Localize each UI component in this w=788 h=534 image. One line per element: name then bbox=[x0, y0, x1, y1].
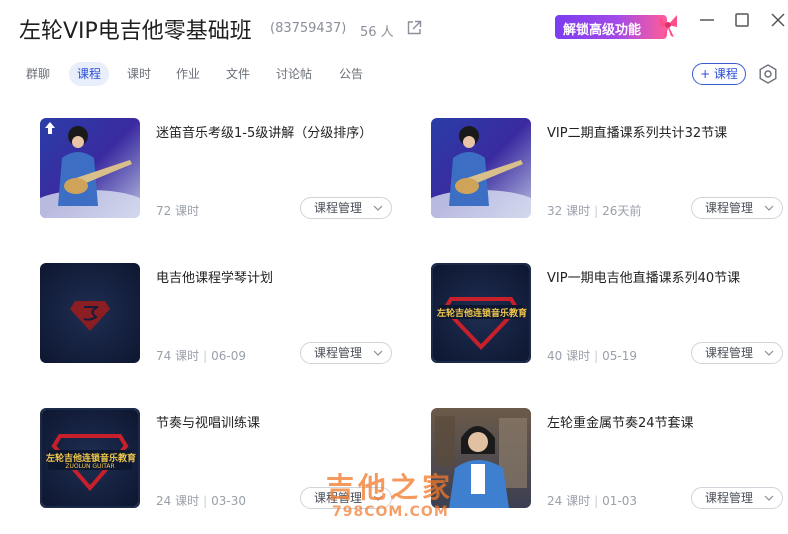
tab-discussions[interactable]: 讨论帖 bbox=[268, 62, 320, 86]
course-manage-button[interactable]: 课程管理 bbox=[300, 487, 392, 509]
course-title[interactable]: 节奏与视唱训练课 bbox=[156, 412, 260, 431]
close-icon[interactable] bbox=[766, 8, 788, 32]
chevron-down-icon bbox=[373, 350, 383, 356]
course-manage-button[interactable]: 课程管理 bbox=[300, 342, 392, 364]
unlock-label: 解锁高级功能 bbox=[563, 23, 642, 38]
meta-divider: | bbox=[594, 204, 599, 218]
member-count[interactable]: 56 人 bbox=[360, 21, 394, 40]
course-card[interactable]: 左轮吉他连锁音乐教育 ZUOLUN GUITAR 节奏与视唱训练课 24 课时 |… bbox=[40, 408, 400, 512]
unlock-premium-button[interactable]: 解锁高级功能 bbox=[555, 11, 679, 41]
course-card[interactable]: 左轮吉他连锁音乐教育 VIP一期电吉他直播课系列40节课 40 课时 | 05-19… bbox=[431, 263, 788, 367]
course-manage-button[interactable]: 课程管理 bbox=[691, 197, 783, 219]
tab-files[interactable]: 文件 bbox=[218, 62, 258, 86]
settings-icon[interactable] bbox=[757, 63, 779, 85]
course-manage-label: 课程管理 bbox=[314, 201, 363, 215]
lesson-count: 40 课时 bbox=[547, 349, 591, 363]
chevron-down-icon bbox=[764, 350, 774, 356]
minimize-icon[interactable] bbox=[695, 8, 719, 32]
pin-top-icon bbox=[45, 122, 55, 134]
course-manage-label: 课程管理 bbox=[705, 346, 754, 360]
course-card[interactable]: VIP二期直播课系列共计32节课 32 课时 | 26天前 课程管理 bbox=[431, 118, 788, 222]
course-title[interactable]: VIP二期直播课系列共计32节课 bbox=[547, 122, 727, 141]
course-card[interactable]: 电吉他课程学琴计划 74 课时 | 06-09 课程管理 bbox=[40, 263, 400, 367]
course-meta: 74 课时 | 06-09 bbox=[156, 347, 246, 364]
course-date: 05-19 bbox=[602, 349, 638, 363]
course-manage-label: 课程管理 bbox=[705, 201, 754, 215]
meta-divider: | bbox=[203, 349, 208, 363]
tab-lessons[interactable]: 课时 bbox=[119, 62, 159, 86]
maximize-icon[interactable] bbox=[730, 8, 754, 32]
course-manage-button[interactable]: 课程管理 bbox=[691, 487, 783, 509]
course-manage-label: 课程管理 bbox=[314, 491, 363, 505]
course-date: 01-03 bbox=[602, 494, 638, 508]
course-date: 26天前 bbox=[602, 204, 642, 218]
course-meta: 32 课时 | 26天前 bbox=[547, 202, 641, 219]
tab-chat[interactable]: 群聊 bbox=[18, 62, 58, 86]
group-id: (83759437) bbox=[270, 21, 347, 36]
course-thumbnail[interactable]: 左轮吉他连锁音乐教育 ZUOLUN GUITAR bbox=[40, 408, 140, 508]
tab-announcements[interactable]: 公告 bbox=[331, 62, 371, 86]
chevron-down-icon bbox=[764, 495, 774, 501]
course-manage-button[interactable]: 课程管理 bbox=[691, 342, 783, 364]
meta-divider: | bbox=[594, 349, 599, 363]
school-logo-text: 左轮吉他连锁音乐教育 bbox=[437, 309, 528, 319]
external-link-icon[interactable] bbox=[406, 20, 422, 36]
course-title[interactable]: VIP一期电吉他直播课系列40节课 bbox=[547, 267, 740, 286]
gift-bow-icon bbox=[659, 15, 677, 37]
course-meta: 24 课时 | 01-03 bbox=[547, 492, 637, 509]
course-date: 03-30 bbox=[211, 494, 247, 508]
course-meta: 40 课时 | 05-19 bbox=[547, 347, 637, 364]
course-meta: 72 课时 bbox=[156, 202, 199, 219]
chevron-down-icon bbox=[373, 205, 383, 211]
course-card[interactable]: 左轮重金属节奏24节套课 24 课时 | 01-03 课程管理 bbox=[431, 408, 788, 512]
course-date: 06-09 bbox=[211, 349, 247, 363]
lesson-count: 32 课时 bbox=[547, 204, 591, 218]
course-manage-button[interactable]: 课程管理 bbox=[300, 197, 392, 219]
course-thumbnail[interactable]: 左轮吉他连锁音乐教育 bbox=[431, 263, 531, 363]
course-title[interactable]: 电吉他课程学琴计划 bbox=[156, 267, 273, 286]
chevron-down-icon bbox=[764, 205, 774, 211]
course-thumbnail[interactable] bbox=[40, 118, 140, 218]
tab-courses[interactable]: 课程 bbox=[69, 62, 110, 86]
window-header: 左轮VIP电吉他零基础班 (83759437) 56 人 解锁高级功能 bbox=[0, 0, 788, 60]
course-thumbnail[interactable] bbox=[431, 408, 531, 508]
school-logo-english: ZUOLUN GUITAR bbox=[65, 463, 115, 470]
course-title[interactable]: 迷笛音乐考级1-5级讲解（分级排序） bbox=[156, 122, 372, 141]
chevron-down-icon bbox=[373, 495, 383, 501]
lesson-count: 24 课时 bbox=[547, 494, 591, 508]
lesson-count: 72 课时 bbox=[156, 204, 200, 218]
course-title[interactable]: 左轮重金属节奏24节套课 bbox=[547, 412, 694, 431]
meta-divider: | bbox=[594, 494, 599, 508]
course-thumbnail[interactable] bbox=[40, 263, 140, 363]
meta-divider: | bbox=[203, 494, 208, 508]
group-title: 左轮VIP电吉他零基础班 bbox=[19, 19, 252, 44]
teacher-photo-image bbox=[431, 408, 531, 508]
course-thumbnail[interactable] bbox=[431, 118, 531, 218]
add-course-button[interactable]: + 课程 bbox=[692, 63, 746, 85]
guitarist-image bbox=[431, 118, 531, 218]
course-meta: 24 课时 | 03-30 bbox=[156, 492, 246, 509]
tab-homework[interactable]: 作业 bbox=[168, 62, 208, 86]
lesson-count: 24 课时 bbox=[156, 494, 200, 508]
course-manage-label: 课程管理 bbox=[705, 491, 754, 505]
superman-logo-image bbox=[40, 263, 140, 363]
lesson-count: 74 课时 bbox=[156, 349, 200, 363]
course-manage-label: 课程管理 bbox=[314, 346, 363, 360]
course-card[interactable]: 迷笛音乐考级1-5级讲解（分级排序） 72 课时 课程管理 bbox=[40, 118, 400, 222]
